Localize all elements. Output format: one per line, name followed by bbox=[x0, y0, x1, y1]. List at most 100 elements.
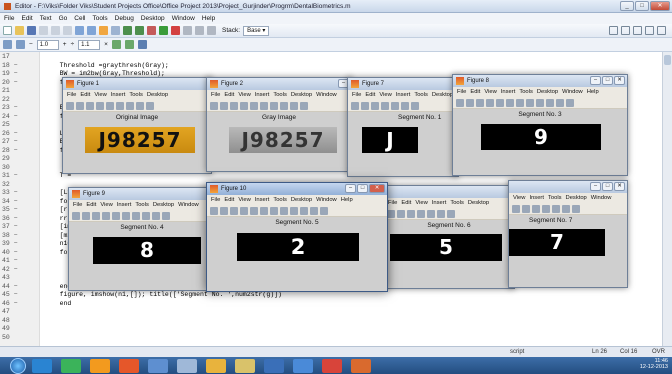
legend-icon[interactable] bbox=[566, 98, 574, 107]
figure-menu-window[interactable]: Window bbox=[562, 89, 583, 95]
pan-icon[interactable] bbox=[142, 211, 150, 220]
figure-menu-insert[interactable]: Insert bbox=[396, 92, 411, 98]
print-icon[interactable] bbox=[102, 211, 110, 220]
new-figure-icon[interactable] bbox=[72, 211, 80, 220]
save-icon[interactable] bbox=[92, 211, 100, 220]
pan-icon[interactable] bbox=[526, 98, 534, 107]
figure-menu-insert[interactable]: Insert bbox=[529, 195, 544, 201]
figure-menu-desktop[interactable]: Desktop bbox=[153, 202, 174, 208]
open-icon[interactable] bbox=[361, 101, 369, 110]
figure-window-8[interactable]: Figure 8 – □ ✕ File Edit View Insert Tools Desk… bbox=[452, 74, 628, 176]
rotate-icon[interactable] bbox=[146, 101, 154, 110]
datacursor-icon[interactable] bbox=[546, 98, 554, 107]
figure-menu-tools[interactable]: Tools bbox=[135, 202, 149, 208]
menu-cell[interactable]: Cell bbox=[74, 15, 85, 22]
minimize-button[interactable]: – bbox=[345, 184, 356, 193]
minimize-button[interactable]: – bbox=[590, 182, 601, 191]
horizontal-layout-icon[interactable] bbox=[633, 26, 642, 35]
find-icon[interactable] bbox=[111, 26, 120, 35]
pointer-icon[interactable] bbox=[391, 101, 399, 110]
pointer-icon[interactable] bbox=[106, 101, 114, 110]
new-figure-icon[interactable] bbox=[66, 101, 74, 110]
step-in-icon[interactable] bbox=[195, 26, 204, 35]
menu-help[interactable]: Help bbox=[202, 15, 215, 22]
zoom-in-icon[interactable] bbox=[427, 209, 435, 218]
explorer-taskbar-icon[interactable] bbox=[206, 358, 226, 373]
menu-go[interactable]: Go bbox=[59, 15, 68, 22]
ie-taskbar-icon[interactable] bbox=[32, 358, 52, 373]
new-figure-icon[interactable] bbox=[210, 101, 218, 110]
open-icon[interactable] bbox=[82, 211, 90, 220]
rotate-icon[interactable] bbox=[536, 98, 544, 107]
figure-menu-edit[interactable]: Edit bbox=[365, 92, 375, 98]
save-icon[interactable] bbox=[230, 101, 238, 110]
start-button[interactable] bbox=[10, 357, 26, 374]
dock-icon[interactable] bbox=[657, 26, 666, 35]
code-line[interactable]: end bbox=[44, 300, 72, 308]
zoom-out-icon[interactable] bbox=[126, 101, 134, 110]
menu-debug[interactable]: Debug bbox=[115, 15, 134, 22]
pointer-icon[interactable] bbox=[417, 209, 425, 218]
close-button[interactable]: ✕ bbox=[369, 184, 385, 193]
multiply-button[interactable]: × bbox=[104, 41, 108, 48]
figure-menu-insert[interactable]: Insert bbox=[111, 92, 126, 98]
figure-window-9[interactable]: Figure 9 File Edit View Insert Tools Desktop W… bbox=[68, 187, 216, 291]
divide-button[interactable]: ÷ bbox=[71, 41, 75, 48]
maximize-button[interactable]: □ bbox=[602, 182, 613, 191]
figure-menu-window[interactable]: Window bbox=[316, 197, 337, 203]
figure-menu-window[interactable]: Window bbox=[316, 92, 337, 98]
figure-menu-file[interactable]: File bbox=[211, 197, 220, 203]
cell-value-a[interactable]: 1.0 bbox=[36, 39, 59, 50]
cell-mode-icon[interactable] bbox=[3, 40, 12, 49]
figure-menu-edit[interactable]: Edit bbox=[224, 197, 234, 203]
pan-icon[interactable] bbox=[280, 206, 288, 215]
figure-menu-file[interactable]: File bbox=[67, 92, 76, 98]
figure-menu-edit[interactable]: Edit bbox=[470, 89, 480, 95]
rotate-icon[interactable] bbox=[290, 101, 298, 110]
menu-text[interactable]: Text bbox=[40, 15, 52, 22]
figure-menu-tools[interactable]: Tools bbox=[450, 200, 464, 206]
figure-menu-desktop[interactable]: Desktop bbox=[468, 200, 489, 206]
zoom-in-icon[interactable] bbox=[260, 101, 268, 110]
menu-desktop[interactable]: Desktop bbox=[141, 15, 165, 22]
rotate-icon[interactable] bbox=[290, 206, 298, 215]
menu-file[interactable]: File bbox=[4, 15, 14, 22]
media-taskbar-icon[interactable] bbox=[119, 358, 139, 373]
new-figure-icon[interactable] bbox=[351, 101, 359, 110]
figure-menu-insert[interactable]: Insert bbox=[255, 197, 270, 203]
figure-menu-edit[interactable]: Edit bbox=[80, 92, 90, 98]
figure-window-1[interactable]: Figure 1 File Edit View Insert Tools Desktop … bbox=[62, 77, 212, 174]
figure-menu-desktop[interactable]: Desktop bbox=[432, 92, 453, 98]
pointer-icon[interactable] bbox=[112, 211, 120, 220]
pointer-icon[interactable] bbox=[496, 98, 504, 107]
colorbar-icon[interactable] bbox=[310, 206, 318, 215]
pointer-icon[interactable] bbox=[250, 206, 258, 215]
figure-menu-file[interactable]: File bbox=[457, 89, 466, 95]
copy-icon[interactable] bbox=[51, 26, 60, 35]
save-icon[interactable] bbox=[27, 26, 36, 35]
matlab-taskbar-icon[interactable] bbox=[351, 358, 371, 373]
increment-button[interactable]: + bbox=[63, 41, 67, 48]
undo-icon[interactable] bbox=[75, 26, 84, 35]
figure-menu-view[interactable]: View bbox=[513, 195, 525, 201]
back-icon[interactable] bbox=[123, 26, 132, 35]
cut-icon[interactable] bbox=[39, 26, 48, 35]
maximize-button[interactable]: □ bbox=[357, 184, 368, 193]
new-figure-icon[interactable] bbox=[456, 98, 464, 107]
step-out-icon[interactable] bbox=[207, 26, 216, 35]
figure-menu-file[interactable]: File bbox=[211, 92, 220, 98]
figure-menu-edit[interactable]: Edit bbox=[401, 200, 411, 206]
figure-menu-view[interactable]: View bbox=[379, 92, 391, 98]
redo-icon[interactable] bbox=[87, 26, 96, 35]
figure-menu-insert[interactable]: Insert bbox=[117, 202, 132, 208]
decrement-button[interactable]: − bbox=[29, 41, 33, 48]
figure-menu-window[interactable]: Window bbox=[178, 202, 199, 208]
new-figure-icon[interactable] bbox=[387, 209, 395, 218]
figure-menu-tools[interactable]: Tools bbox=[414, 92, 428, 98]
print-icon[interactable] bbox=[240, 206, 248, 215]
pdf-taskbar-icon[interactable] bbox=[322, 358, 342, 373]
print-icon[interactable] bbox=[486, 98, 494, 107]
save-icon[interactable] bbox=[86, 101, 94, 110]
print-icon[interactable] bbox=[381, 101, 389, 110]
menu-window[interactable]: Window bbox=[172, 15, 195, 22]
